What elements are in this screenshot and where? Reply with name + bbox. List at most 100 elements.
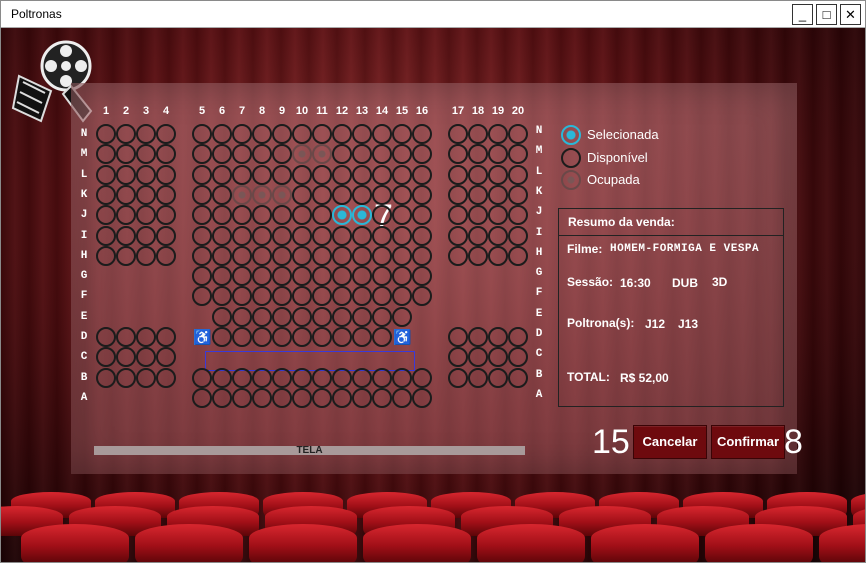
seat-available[interactable] [488, 124, 508, 144]
seat-available[interactable] [232, 327, 252, 347]
seat-available[interactable] [372, 327, 392, 347]
cancel-button[interactable]: Cancelar [633, 425, 707, 459]
seat-available[interactable] [232, 266, 252, 287]
seat-available[interactable] [392, 225, 412, 246]
seat-available[interactable] [192, 387, 212, 408]
seat-available[interactable] [372, 387, 392, 408]
seat-available[interactable] [508, 327, 528, 347]
seat-available[interactable] [392, 387, 412, 408]
seat-available[interactable] [252, 124, 272, 144]
seat-available[interactable] [212, 184, 232, 205]
seat-available[interactable] [292, 306, 312, 327]
seat-available[interactable] [468, 184, 488, 205]
seat-available[interactable] [392, 306, 412, 327]
seat-available[interactable] [312, 387, 332, 408]
seat-available[interactable] [272, 367, 292, 388]
seat-available[interactable] [212, 367, 232, 388]
seat-available[interactable] [448, 245, 468, 266]
seat-available[interactable] [312, 184, 332, 205]
seat-available[interactable] [372, 245, 392, 266]
seat-available[interactable] [332, 184, 352, 205]
seat-available[interactable] [212, 266, 232, 287]
seat-available[interactable] [372, 124, 392, 144]
seat-available[interactable] [212, 124, 232, 144]
seat-available[interactable] [272, 225, 292, 246]
seat-available[interactable] [312, 367, 332, 388]
seat-available[interactable] [292, 245, 312, 266]
seat-available[interactable] [292, 164, 312, 185]
seat-available[interactable] [232, 225, 252, 246]
seat-available[interactable] [96, 367, 116, 388]
seat-available[interactable] [252, 266, 272, 287]
seat-available[interactable] [488, 327, 508, 347]
seat-available[interactable] [488, 367, 508, 388]
seat-available[interactable] [156, 245, 176, 266]
seat-available[interactable] [412, 225, 432, 246]
seat-available[interactable] [392, 367, 412, 388]
seat-available[interactable] [252, 327, 272, 347]
seat-available[interactable] [488, 225, 508, 246]
wheelchair-seat-icon[interactable]: ♿ [394, 329, 411, 345]
seat-available[interactable] [508, 225, 528, 246]
seat-available[interactable] [192, 124, 212, 144]
seat-available[interactable] [116, 245, 136, 266]
seat-available[interactable] [116, 367, 136, 388]
seat-available[interactable] [392, 266, 412, 287]
seat-available[interactable] [468, 245, 488, 266]
seat-available[interactable] [468, 327, 488, 347]
seat-available[interactable] [508, 164, 528, 185]
seat-available[interactable] [372, 306, 392, 327]
seat-available[interactable] [352, 387, 372, 408]
seat-available[interactable] [392, 245, 412, 266]
seat-available[interactable] [352, 225, 372, 246]
seat-available[interactable] [312, 306, 332, 327]
seat-available[interactable] [312, 327, 332, 347]
seat-available[interactable] [448, 164, 468, 185]
seat-available[interactable] [412, 266, 432, 287]
seat-available[interactable] [252, 245, 272, 266]
seat-available[interactable] [116, 164, 136, 185]
seat-available[interactable] [412, 164, 432, 185]
seat-available[interactable] [192, 164, 212, 185]
seat-available[interactable] [372, 266, 392, 287]
seat-available[interactable] [332, 367, 352, 388]
seat-available[interactable] [508, 245, 528, 266]
seat-available[interactable] [212, 225, 232, 246]
seat-available[interactable] [136, 225, 156, 246]
seat-available[interactable] [96, 327, 116, 347]
seat-available[interactable] [392, 124, 412, 144]
seat-available[interactable] [352, 306, 372, 327]
seat-available[interactable] [392, 184, 412, 205]
seat-available[interactable] [292, 367, 312, 388]
seat-available[interactable] [192, 184, 212, 205]
seat-available[interactable] [372, 225, 392, 246]
seat-available[interactable] [252, 225, 272, 246]
seat-available[interactable] [272, 327, 292, 347]
confirm-button[interactable]: Confirmar [711, 425, 785, 459]
seat-available[interactable] [392, 164, 412, 185]
seat-available[interactable] [272, 124, 292, 144]
seat-available[interactable] [352, 367, 372, 388]
seat-available[interactable] [156, 367, 176, 388]
seat-available[interactable] [312, 164, 332, 185]
seat-available[interactable] [272, 387, 292, 408]
seat-available[interactable] [352, 164, 372, 185]
seat-available[interactable] [212, 164, 232, 185]
seat-available[interactable] [96, 124, 116, 144]
seat-available[interactable] [292, 266, 312, 287]
seat-available[interactable] [468, 225, 488, 246]
seat-available[interactable] [212, 306, 232, 327]
seat-available[interactable] [372, 164, 392, 185]
seat-available[interactable] [412, 124, 432, 144]
seat-available[interactable] [292, 387, 312, 408]
seat-available[interactable] [192, 367, 212, 388]
seat-available[interactable] [488, 184, 508, 205]
seat-available[interactable] [372, 184, 392, 205]
seat-available[interactable] [136, 124, 156, 144]
seat-available[interactable] [292, 327, 312, 347]
seat-available[interactable] [192, 225, 212, 246]
seat-available[interactable] [468, 164, 488, 185]
seat-available[interactable] [136, 245, 156, 266]
seat-available[interactable] [412, 367, 432, 388]
seat-available[interactable] [352, 266, 372, 287]
